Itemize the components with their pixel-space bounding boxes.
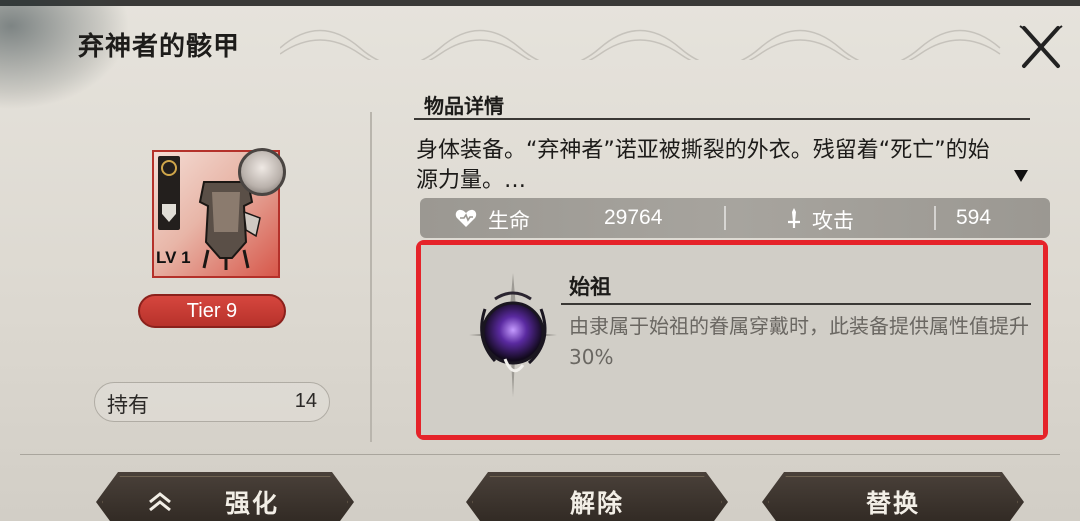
tier-badge: Tier 9 <box>138 294 286 328</box>
double-chevron-up-icon <box>149 492 171 512</box>
shield-icon <box>162 204 176 222</box>
attack-label: 攻击 <box>812 209 854 233</box>
attack-value: 594 <box>956 206 992 229</box>
unequip-button-label: 解除 <box>569 489 624 518</box>
skill-highlight-box: 始祖 由隶属于始祖的眷属穿戴时，此装备提供属性值提升30% <box>416 240 1048 440</box>
hp-value: 29764 <box>604 206 663 229</box>
owned-label: 持有 <box>107 393 149 417</box>
equipment-type-tag <box>158 156 180 230</box>
unequip-button[interactable]: 解除 <box>466 472 728 521</box>
stat-separator <box>724 206 726 230</box>
close-icon[interactable] <box>1018 24 1064 70</box>
expand-arrow-icon[interactable] <box>1014 170 1028 182</box>
stat-bar: 生命 29764 攻击 594 <box>420 198 1050 238</box>
owned-value: 14 <box>294 390 317 412</box>
ornament-pattern <box>280 29 1001 60</box>
window-title: 弃神者的骸甲 <box>78 32 241 62</box>
purple-orb-icon <box>469 273 557 397</box>
avatar <box>238 148 286 196</box>
stat-separator <box>934 206 936 230</box>
replace-button-label: 替换 <box>865 489 920 518</box>
owned-count-box: 持有 14 <box>94 382 330 422</box>
skill-name: 始祖 <box>569 275 611 299</box>
item-icon-card[interactable]: LV 1 <box>152 148 286 278</box>
sword-icon <box>788 208 800 228</box>
seal-icon <box>161 160 177 176</box>
item-detail-panel: 弃神者的骸甲 LV 1 Tier 9 持有 14 物品详情 身体装备。“弃神者”… <box>0 0 1080 521</box>
enhance-button-label: 强化 <box>224 489 279 518</box>
hp-label: 生命 <box>488 209 530 233</box>
skill-panel: 始祖 由隶属于始祖的眷属穿戴时，此装备提供属性值提升30% <box>421 245 1043 435</box>
heart-icon <box>455 209 477 227</box>
enhance-button[interactable]: 强化 <box>96 472 354 521</box>
divider <box>370 112 372 442</box>
top-edge <box>0 0 1080 6</box>
divider <box>414 118 1030 120</box>
skill-description: 由隶属于始祖的眷属穿戴时，此装备提供属性值提升30% <box>569 314 1029 369</box>
item-level: LV 1 <box>156 248 191 267</box>
divider <box>561 303 1031 305</box>
item-description: 身体装备。“弃神者”诺亚被撕裂的外衣。残留着“死亡”的始源力量。… <box>416 138 990 193</box>
replace-button[interactable]: 替换 <box>762 472 1024 521</box>
divider <box>20 454 1060 455</box>
section-title: 物品详情 <box>424 94 504 118</box>
